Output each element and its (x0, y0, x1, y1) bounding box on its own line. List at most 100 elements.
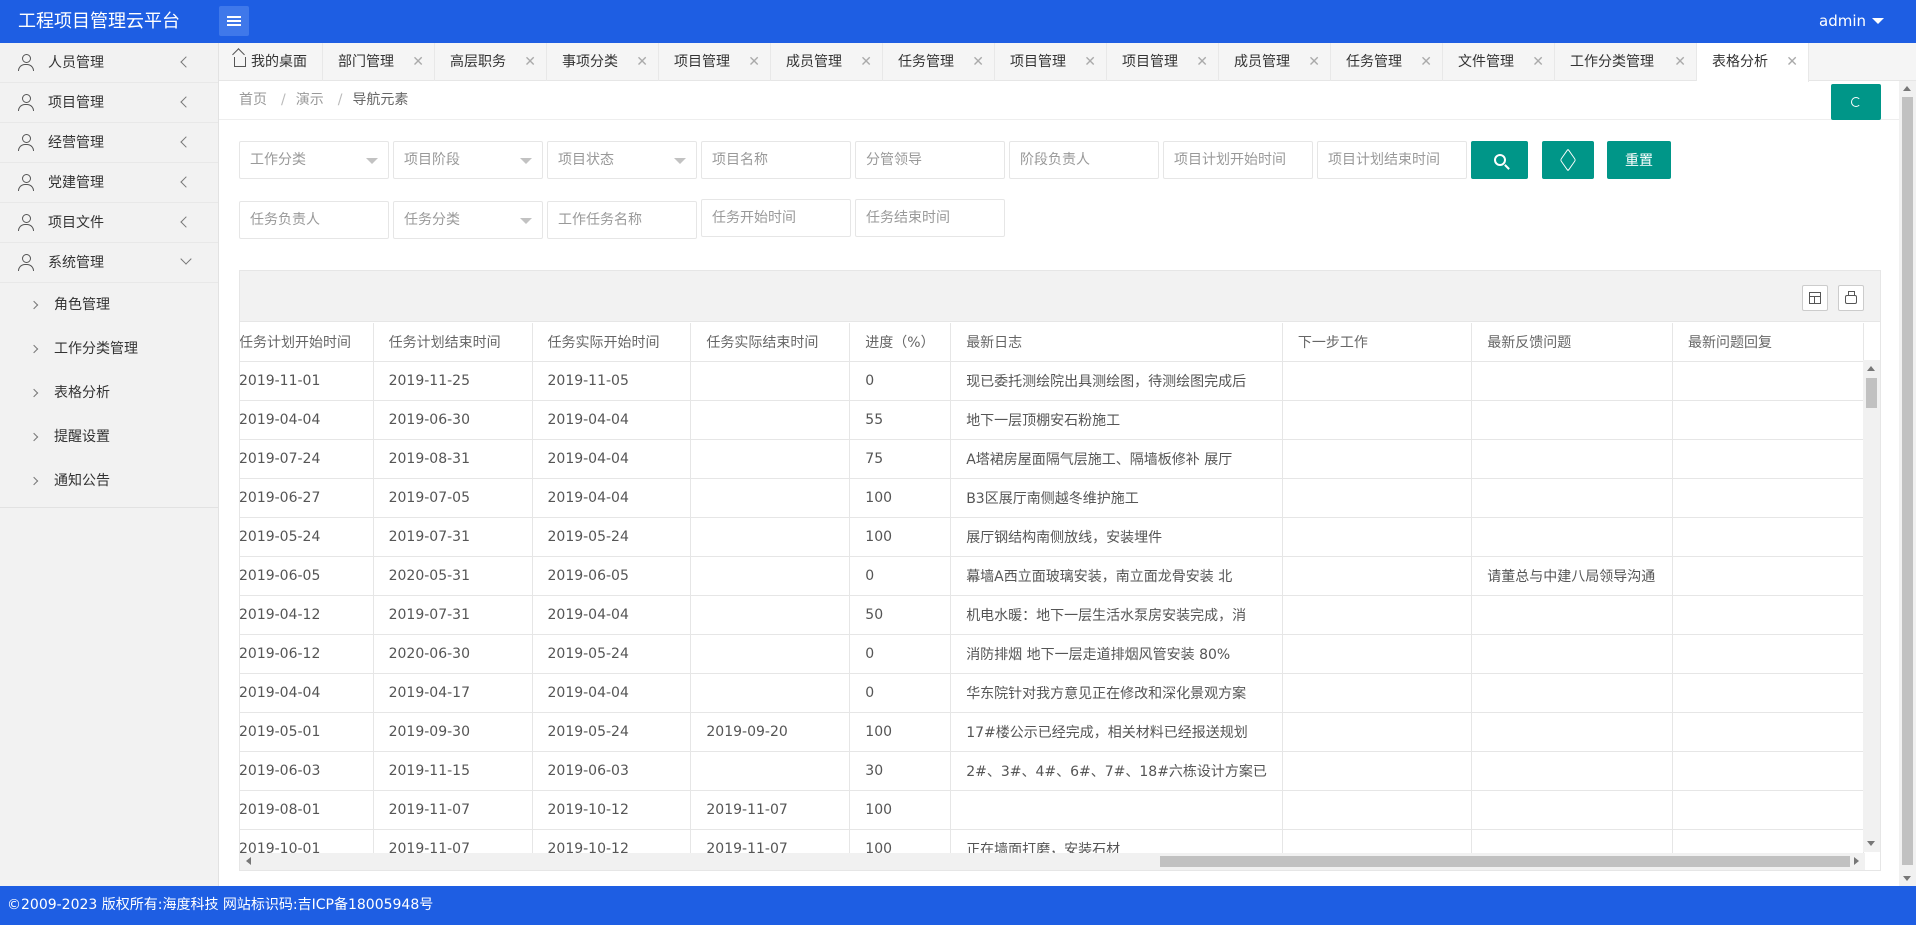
plan-end-input[interactable] (1328, 142, 1466, 178)
table-row[interactable]: 2019-04-04 2019-04-17 2019-04-04 0 华东院针对我方意见… (240, 673, 1864, 713)
column-header[interactable]: 任务计划开始时间 (240, 323, 374, 362)
task-end-input[interactable] (866, 200, 1004, 236)
sidebar-item-projects[interactable]: 项目管理 (0, 83, 218, 123)
project-status-select[interactable]: 项目状态 (547, 141, 697, 179)
sidebar-item-business[interactable]: 经营管理 (0, 123, 218, 163)
tab-senior-positions[interactable]: 高层职务 ✕ (435, 43, 547, 81)
table-row[interactable]: 2019-05-24 2019-07-31 2019-05-24 100 展厅钢结构南侧… (240, 517, 1864, 557)
scroll-down-icon[interactable] (1903, 876, 1911, 881)
plan-start-field[interactable] (1163, 141, 1313, 179)
stage-owner-input[interactable] (1020, 142, 1158, 178)
close-icon[interactable]: ✕ (972, 43, 984, 81)
submenu-item-work-category[interactable]: 工作分类管理 (0, 327, 218, 371)
scroll-thumb[interactable] (1866, 378, 1877, 408)
table-row[interactable]: 2019-07-24 2019-08-31 2019-04-04 75 A塔裙房屋面隔气… (240, 439, 1864, 479)
task-name-input[interactable] (558, 202, 696, 238)
task-owner-field[interactable] (239, 201, 389, 239)
table-horizontal-scrollbar[interactable] (240, 853, 1865, 870)
tab-table-analysis[interactable]: 表格分析 ✕ (1697, 43, 1809, 82)
scroll-thumb[interactable] (1902, 97, 1913, 865)
close-icon[interactable]: ✕ (1420, 43, 1432, 81)
page-vertical-scrollbar[interactable] (1899, 81, 1916, 886)
table-row[interactable]: 2019-04-04 2019-06-30 2019-04-04 55 地下一层顶棚安石… (240, 400, 1864, 440)
scroll-thumb[interactable] (1160, 856, 1850, 867)
tab-member-2[interactable]: 成员管理 ✕ (1219, 43, 1331, 81)
project-name-input[interactable] (712, 142, 850, 178)
column-header[interactable]: 任务实际开始时间 (532, 323, 692, 362)
close-icon[interactable]: ✕ (1308, 43, 1320, 81)
stage-owner-field[interactable] (1009, 141, 1159, 179)
tab-department[interactable]: 部门管理 ✕ (323, 43, 435, 81)
refresh-button[interactable] (1831, 84, 1881, 120)
submenu-item-notices[interactable]: 通知公告 (0, 459, 218, 503)
scroll-up-icon[interactable] (1867, 366, 1875, 371)
breadcrumb-home[interactable]: 首页 (239, 92, 267, 108)
project-stage-select[interactable]: 项目阶段 (393, 141, 543, 179)
table-row[interactable]: 2019-06-27 2019-07-05 2019-04-04 100 B3区展厅南侧… (240, 478, 1864, 518)
tab-member-1[interactable]: 成员管理 ✕ (771, 43, 883, 81)
task-category-select[interactable]: 任务分类 (393, 201, 543, 239)
scroll-left-icon[interactable] (246, 857, 251, 865)
submenu-item-table-analysis[interactable]: 表格分析 (0, 371, 218, 415)
close-icon[interactable]: ✕ (748, 43, 760, 81)
tab-project-1[interactable]: 项目管理 ✕ (659, 43, 771, 81)
tab-task-1[interactable]: 任务管理 ✕ (883, 43, 995, 81)
table-row[interactable]: 2019-05-01 2019-09-30 2019-05-24 2019-09-20… (240, 712, 1864, 752)
column-header[interactable]: 最新反馈问题 (1471, 323, 1673, 362)
column-header[interactable]: 任务计划结束时间 (373, 323, 533, 362)
close-icon[interactable]: ✕ (1532, 43, 1544, 81)
user-menu[interactable]: admin (1819, 0, 1884, 43)
table-row[interactable]: 2019-04-12 2019-07-31 2019-04-04 50 机电水暖：地下一… (240, 595, 1864, 635)
sidebar-item-party[interactable]: 党建管理 (0, 163, 218, 203)
tab-work-category[interactable]: 工作分类管理 ✕ (1555, 43, 1697, 81)
tab-item-category[interactable]: 事项分类 ✕ (547, 43, 659, 81)
menu-toggle-button[interactable] (219, 6, 249, 36)
work-category-select[interactable]: 工作分类 (239, 141, 389, 179)
table-row[interactable]: 2019-11-01 2019-11-25 2019-11-05 0 现已委托测绘院出具… (240, 361, 1864, 401)
task-start-input[interactable] (712, 200, 850, 236)
tab-files[interactable]: 文件管理 ✕ (1443, 43, 1555, 81)
leader-field[interactable] (855, 141, 1005, 179)
plan-start-input[interactable] (1174, 142, 1312, 178)
task-end-field[interactable] (855, 199, 1005, 237)
plan-end-field[interactable] (1317, 141, 1467, 179)
reset-button[interactable]: 重置 (1607, 141, 1671, 179)
print-button[interactable] (1838, 285, 1864, 311)
submenu-item-reminders[interactable]: 提醒设置 (0, 415, 218, 459)
scroll-right-icon[interactable] (1854, 857, 1859, 865)
sidebar-item-personnel[interactable]: 人员管理 (0, 43, 218, 83)
task-owner-input[interactable] (250, 202, 388, 238)
table-row[interactable]: 2019-06-03 2019-11-15 2019-06-03 30 2#、3#、4#… (240, 751, 1864, 791)
task-start-field[interactable] (701, 199, 851, 237)
sidebar-item-files[interactable]: 项目文件 (0, 203, 218, 243)
sidebar-item-system[interactable]: 系统管理 (0, 243, 218, 283)
table-row[interactable]: 2019-06-05 2020-05-31 2019-06-05 0 幕墙A西立面玻璃安… (240, 556, 1864, 596)
table-vertical-scrollbar[interactable] (1863, 360, 1880, 852)
scroll-down-icon[interactable] (1867, 841, 1875, 846)
close-icon[interactable]: ✕ (1196, 43, 1208, 81)
tab-desktop[interactable]: 我的桌面 (219, 43, 323, 81)
column-header[interactable]: 下一步工作 (1282, 323, 1473, 362)
export-button[interactable] (1542, 141, 1594, 179)
close-icon[interactable]: ✕ (1084, 43, 1096, 81)
tab-project-2[interactable]: 项目管理 ✕ (995, 43, 1107, 81)
close-icon[interactable]: ✕ (1786, 43, 1798, 81)
submenu-item-roles[interactable]: 角色管理 (0, 283, 218, 327)
close-icon[interactable]: ✕ (636, 43, 648, 81)
column-header[interactable]: 任务实际结束时间 (690, 323, 851, 362)
tab-project-3[interactable]: 项目管理 ✕ (1107, 43, 1219, 81)
close-icon[interactable]: ✕ (524, 43, 536, 81)
table-row[interactable]: 2019-06-12 2020-06-30 2019-05-24 0 消防排烟 地下一层… (240, 634, 1864, 674)
project-name-field[interactable] (701, 141, 851, 179)
task-name-field[interactable] (547, 201, 697, 239)
tab-task-2[interactable]: 任务管理 ✕ (1331, 43, 1443, 81)
close-icon[interactable]: ✕ (412, 43, 424, 81)
columns-button[interactable] (1802, 285, 1828, 311)
table-row[interactable]: 2019-08-01 2019-11-07 2019-10-12 2019-11-07… (240, 790, 1864, 830)
scroll-up-icon[interactable] (1903, 86, 1911, 91)
column-header[interactable]: 进度（%） (849, 323, 952, 362)
close-icon[interactable]: ✕ (860, 43, 872, 81)
search-button[interactable] (1471, 141, 1528, 179)
column-header[interactable]: 最新问题回复 (1672, 323, 1864, 362)
leader-input[interactable] (866, 142, 1004, 178)
